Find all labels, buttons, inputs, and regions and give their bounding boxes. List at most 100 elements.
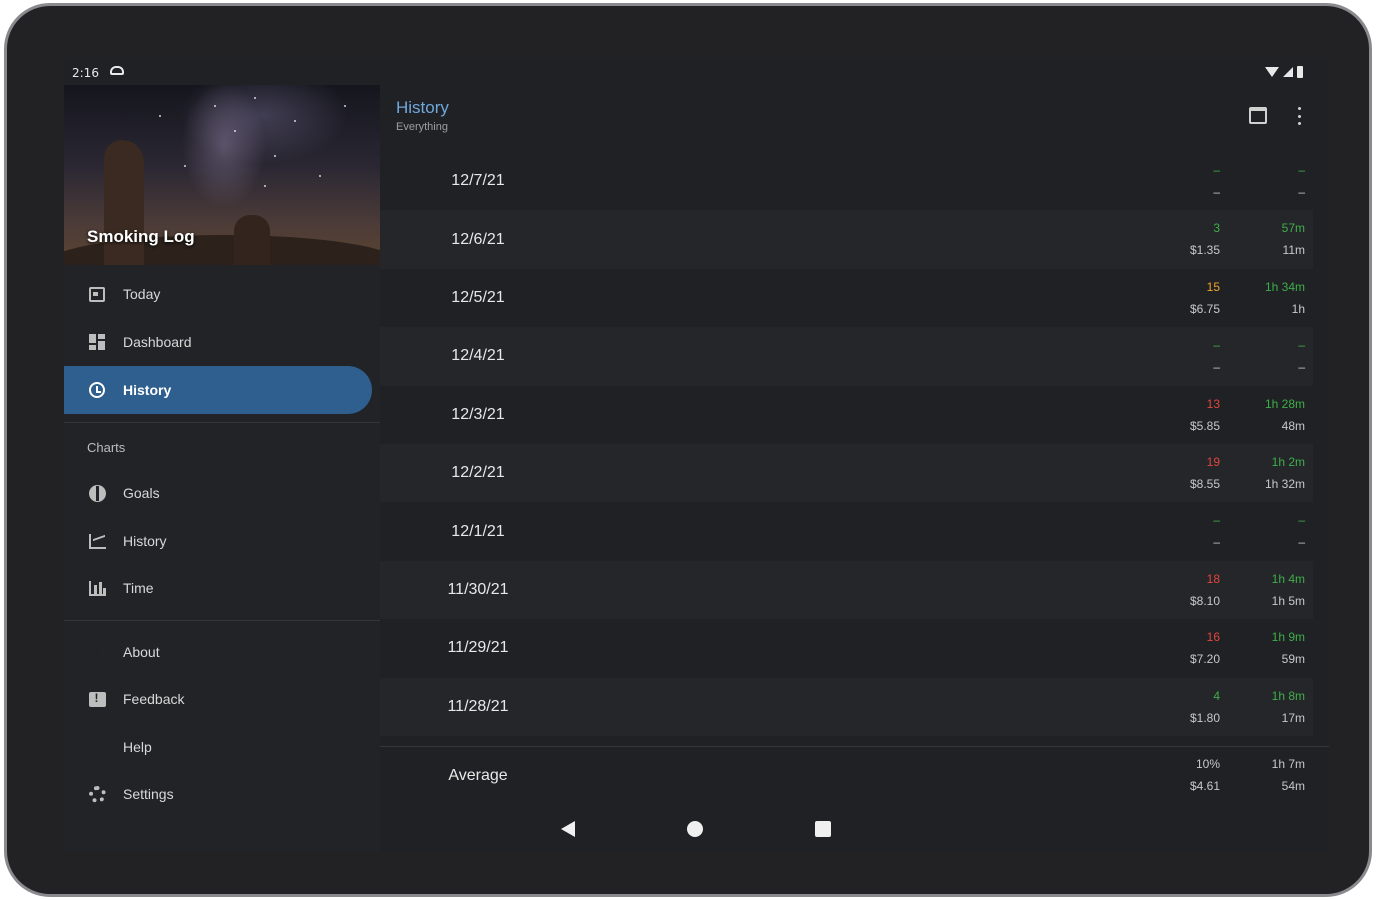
row-interval: – [1298,163,1305,177]
nav-item-label: History [123,533,167,549]
row-interval-secondary: – [1298,185,1305,199]
drawer-title: Smoking Log [87,227,195,246]
help-icon: ? [88,738,106,756]
row-date: 12/2/21 [451,464,505,482]
info-icon: i [88,643,106,661]
recents-icon[interactable] [815,821,831,837]
line-chart-icon [88,532,106,550]
signal-icon [1283,67,1293,77]
row-interval-secondary: 17m [1281,710,1305,725]
status-time: 2:16 [72,66,99,80]
calendar-today-icon [88,285,106,303]
row-interval: – [1298,338,1305,353]
divider [380,746,1329,747]
row-interval-secondary: 1h [1291,301,1305,316]
nav-item-history[interactable]: History [64,366,372,414]
row-interval-secondary: 11m [1282,243,1305,258]
row-cost: $6.75 [1189,301,1220,316]
table-row[interactable]: 12/7/21 – – – – [380,152,1313,210]
nav-item-about[interactable]: i About [64,628,372,676]
row-count: 4 [1213,688,1220,703]
row-date: 11/29/21 [447,639,509,657]
battery-icon [1297,66,1303,78]
table-row[interactable]: 12/1/21 – – – – [380,502,1313,560]
wifi-icon [1265,67,1279,77]
row-cost: – [1213,185,1220,199]
row-interval: 1h 2m [1271,454,1305,469]
drawer-header-image: Smoking Log [64,85,380,265]
screen: 2:16 Smoking Log Today Dashboard History… [64,61,1329,852]
average-count: 10% [1195,757,1220,771]
nav-item-label: Goals [123,485,160,501]
globe-icon [88,484,106,502]
row-date: 12/7/21 [451,172,505,190]
nav-item-feedback[interactable]: Feedback [64,675,372,723]
row-count: – [1213,163,1220,177]
row-date: 11/30/21 [447,580,509,598]
table-row[interactable]: 12/3/21 13 $5.85 1h 28m 48m [380,386,1313,444]
divider [64,620,380,621]
nav-item-dashboard[interactable]: Dashboard [64,318,372,366]
table-row[interactable]: 11/28/21 4 $1.80 1h 8m 17m [380,677,1313,736]
settings-icon [88,785,106,803]
status-bar: 2:16 [64,61,1329,85]
row-cost: – [1213,360,1220,375]
average-interval-secondary: 54m [1281,779,1305,793]
nav-item-label: Feedback [123,691,185,707]
system-nav-bar [64,806,1329,852]
row-interval-secondary: 59m [1281,652,1305,667]
row-count: 13 [1206,396,1220,411]
row-count: – [1213,338,1220,353]
nav-item-goals[interactable]: Goals [64,469,372,517]
nav-item-label: History [123,382,172,398]
row-interval-secondary: 1h 5m [1271,593,1305,608]
row-date: 11/28/21 [447,697,509,715]
nav-item-history-chart[interactable]: History [64,517,372,565]
table-row[interactable]: 12/2/21 19 $8.55 1h 2m 1h 32m [380,443,1313,503]
nav-item-label: Settings [123,786,174,802]
table-row[interactable]: 12/4/21 – – – – [380,327,1313,386]
status-icons [1265,66,1303,78]
row-count: 18 [1206,571,1220,586]
row-count: 15 [1206,279,1220,294]
nav-item-label: Dashboard [123,334,192,350]
table-row[interactable]: 11/30/21 18 $8.10 1h 4m 1h 5m [380,560,1313,620]
history-list: 12/7/21 – – – – 12/6/21 3 $1.35 57m 11m 12/5/21 15 $… [380,152,1329,736]
page-title: History [396,98,449,117]
nav-item-today[interactable]: Today [64,270,372,318]
row-interval-secondary: – [1298,360,1305,375]
row-interval: 1h 4m [1271,571,1305,586]
row-interval: – [1298,513,1305,528]
row-cost: $8.55 [1189,476,1220,491]
nav-item-label: Help [123,739,152,755]
average-cost: $4.61 [1189,779,1220,793]
table-row[interactable]: 12/6/21 3 $1.35 57m 11m [380,210,1313,269]
row-date: 12/1/21 [451,522,505,540]
dashboard-icon [88,333,106,351]
back-icon[interactable] [561,821,575,837]
row-cost: $8.10 [1189,593,1220,608]
row-interval-secondary: 48m [1281,418,1305,433]
home-icon[interactable] [687,821,703,837]
average-row: Average 10% $4.61 1h 7m 54m [380,751,1313,801]
row-date: 12/5/21 [451,288,505,306]
tablet-frame: 2:16 Smoking Log Today Dashboard History… [4,3,1372,897]
row-cost: $7.20 [1189,652,1220,667]
nav-item-help[interactable]: ? Help [64,723,372,771]
row-interval: 57m [1281,221,1305,236]
history-icon [88,381,106,399]
average-label: Average [448,767,508,784]
calendar-icon[interactable] [1249,107,1267,124]
nav-item-time[interactable]: Time [64,564,372,612]
row-date: 12/4/21 [451,347,505,365]
cloud-icon [110,66,124,75]
row-count: 16 [1206,630,1220,645]
table-row[interactable]: 12/5/21 15 $6.75 1h 34m 1h [380,269,1313,327]
row-date: 12/6/21 [451,230,505,248]
more-options-icon[interactable] [1296,107,1302,125]
row-cost: $5.85 [1189,418,1220,433]
table-row[interactable]: 11/29/21 16 $7.20 1h 9m 59m [380,619,1313,677]
row-count: – [1213,513,1220,528]
nav-item-label: About [123,644,160,660]
nav-item-label: Today [123,286,161,302]
